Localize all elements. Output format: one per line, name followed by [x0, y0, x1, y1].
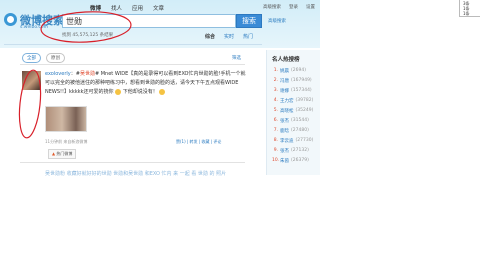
- list-item[interactable]: 7. 鹿晗 (27480): [272, 128, 313, 138]
- feed-highlight[interactable]: 吴世勋: [80, 71, 95, 77]
- feed-actions[interactable]: 赞(1) | 转发 | 收藏 | 评论: [176, 139, 221, 145]
- hot-name[interactable]: 高晓松: [280, 108, 294, 118]
- tab-original[interactable]: 原创: [46, 53, 65, 63]
- feed-image[interactable]: [45, 106, 87, 132]
- hot-count: (27480): [291, 128, 309, 133]
- avatar[interactable]: [22, 71, 41, 90]
- link-login[interactable]: 登录: [289, 4, 298, 10]
- hot-rank: 7.: [273, 128, 278, 133]
- weibo-eye-icon: [4, 13, 17, 26]
- advanced-search-link[interactable]: 高级搜索: [268, 18, 286, 24]
- hot-name[interactable]: 冯唐: [280, 78, 289, 88]
- hot-rank: 9.: [273, 148, 278, 153]
- link-advanced-search[interactable]: 高级搜索: [263, 4, 281, 10]
- nav-people[interactable]: 找人: [111, 4, 122, 12]
- divider: [4, 44, 262, 45]
- flame-icon: ▲: [52, 151, 56, 156]
- hot-count: (26379): [291, 158, 309, 163]
- hot-count: (35249): [295, 108, 314, 113]
- list-item[interactable]: 8. 李云迪 (27730): [272, 138, 314, 148]
- nav-articles[interactable]: 文章: [153, 4, 164, 12]
- divider: [20, 162, 245, 163]
- search-input[interactable]: [63, 15, 235, 27]
- list-item[interactable]: 5. 高晓松 (35249): [272, 108, 314, 118]
- list-item[interactable]: 1. 姚晨 (2694): [272, 68, 313, 78]
- hot-name[interactable]: 朱茵: [280, 158, 289, 168]
- hot-name[interactable]: 鹿晗: [280, 128, 289, 138]
- hot-rank: 8.: [273, 138, 278, 143]
- nav-apps[interactable]: 应用: [132, 4, 143, 12]
- search-button[interactable]: 搜索: [236, 14, 262, 28]
- notification-popup[interactable]: 3条 1条 1条: [459, 0, 480, 17]
- top-links: 高级搜索 登录 设置: [263, 4, 315, 10]
- feed-text: exoloverly：#吴世勋# Mnet WIDE【真的是录得可以看到EXO忙…: [45, 70, 250, 97]
- sidebar-title: 名人热搜榜: [272, 57, 300, 63]
- list-item[interactable]: 10. 朱茵 (26379): [272, 158, 313, 168]
- nav-weibo[interactable]: 微博: [90, 4, 101, 12]
- feed-user[interactable]: exoloverly: [45, 71, 71, 77]
- hot-count: (27730): [295, 138, 314, 143]
- tab-all[interactable]: 全部: [22, 53, 41, 63]
- link-settings[interactable]: 设置: [306, 4, 315, 10]
- feed-text-suffix: 下他却说没有！: [122, 89, 158, 95]
- filter-tabs: 综合 实时 热门: [205, 33, 253, 40]
- hot-rank: 10.: [272, 158, 280, 163]
- hot-count: (27132): [291, 148, 309, 153]
- hot-search-sidebar: 名人热搜榜 1. 姚晨 (2694) 2. 冯唐 (167949) 3. 谢娜 (15734…: [266, 50, 320, 175]
- search-box: [62, 14, 236, 28]
- list-item[interactable]: 4. 王力宏 (39782): [272, 98, 314, 108]
- hot-count: (157344): [291, 88, 312, 93]
- search-header: 微博搜索 s.weibo.com 微博 找人 应用 文章 高级搜索 登录 设置 …: [0, 0, 320, 48]
- divider: [20, 64, 245, 65]
- tab-comprehensive[interactable]: 综合: [205, 33, 215, 40]
- hot-rank: 6.: [273, 118, 278, 123]
- feed-text-prefix: ：#: [70, 71, 80, 77]
- list-item[interactable]: 2. 冯唐 (167949): [272, 78, 313, 88]
- hot-rank: 4.: [273, 98, 278, 103]
- hot-rank: 2.: [273, 78, 278, 83]
- hot-rank: 3.: [273, 88, 278, 93]
- hot-tag-label: 热门微博: [56, 151, 73, 156]
- filter-link[interactable]: 筛选: [232, 55, 241, 61]
- logo-url: s.weibo.com: [20, 25, 49, 30]
- hot-name[interactable]: 张杰: [280, 148, 289, 158]
- hot-count: (167949): [291, 78, 312, 83]
- type-tabs: 全部 原创: [22, 53, 65, 63]
- tab-hot[interactable]: 热门: [243, 33, 253, 40]
- hot-name[interactable]: 李云迪: [280, 138, 294, 148]
- smile-emoji-icon: [159, 88, 166, 95]
- hot-weibo-tag[interactable]: ▲ 热门微博: [48, 149, 77, 159]
- hot-rank: 1.: [273, 68, 278, 73]
- hot-rank: 5.: [273, 108, 278, 113]
- hot-name[interactable]: 姚晨: [280, 68, 289, 78]
- next-feed-preview[interactable]: 吴世勋粉 收藏好就好好的世勋 世勋和吴世勋 和EXO 忙内 来 一起 看 世勋 …: [45, 170, 255, 176]
- smile-emoji-icon: [115, 88, 122, 95]
- hot-count: (39782): [295, 98, 314, 103]
- hot-name[interactable]: 谢娜: [280, 88, 289, 98]
- list-item[interactable]: 9. 张杰 (27132): [272, 148, 313, 158]
- hot-search-list: 1. 姚晨 (2694) 2. 冯唐 (167949) 3. 谢娜 (157344) 4. 王…: [272, 68, 313, 168]
- top-nav: 微博 找人 应用 文章: [90, 4, 164, 12]
- hot-name[interactable]: 张杰: [280, 118, 289, 128]
- feed-time[interactable]: 11分钟前 来自新浪微博: [45, 139, 87, 145]
- hot-count: (2694): [291, 68, 306, 73]
- tab-realtime[interactable]: 实时: [224, 33, 234, 40]
- list-item[interactable]: 6. 张杰 (31544): [272, 118, 313, 128]
- result-count: 找到 45,575,125 条结果: [62, 33, 114, 38]
- hot-name[interactable]: 王力宏: [280, 98, 294, 108]
- list-item[interactable]: 3. 谢娜 (157344): [272, 88, 313, 98]
- popup-line: 1条: [463, 11, 470, 16]
- hot-count: (31544): [291, 118, 309, 123]
- weibo-search-logo[interactable]: 微博搜索 s.weibo.com: [4, 12, 64, 34]
